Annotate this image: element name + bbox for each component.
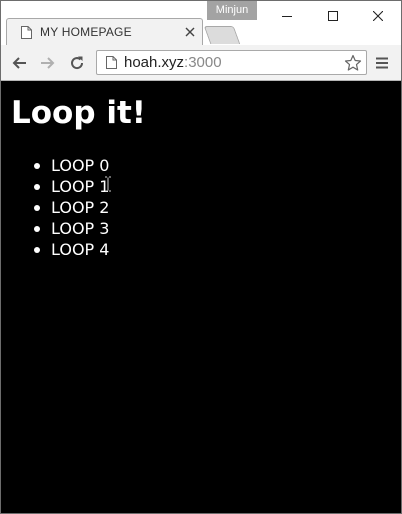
maximize-icon [328, 11, 338, 21]
minimize-button[interactable] [264, 1, 310, 31]
profile-button[interactable]: Minjun [207, 1, 257, 20]
page-viewport: Loop it! LOOP 0 LOOP 1 LOOP 2 LOOP 3 LOO… [1, 81, 401, 513]
url-text: hoah.xyz:3000 [124, 54, 222, 71]
bookmark-star-icon[interactable] [344, 54, 362, 72]
close-icon [373, 11, 383, 21]
minimize-icon [282, 16, 292, 17]
list-item: LOOP 3 [33, 219, 110, 238]
close-tab-icon[interactable] [185, 27, 195, 37]
tab-my-homepage[interactable]: MY HOMEPAGE [6, 18, 203, 45]
url-host: hoah.xyz [124, 54, 185, 71]
toolbar: hoah.xyz:3000 [1, 45, 401, 81]
list-item: LOOP 2 [33, 198, 110, 217]
list-item: LOOP 1 [33, 177, 110, 196]
title-bar: Minjun MY HOMEPAGE [1, 1, 401, 45]
arrow-left-icon [12, 57, 26, 69]
maximize-button[interactable] [310, 1, 356, 31]
close-window-button[interactable] [355, 1, 401, 31]
page-icon [21, 26, 32, 39]
forward-button[interactable] [39, 54, 57, 72]
loop-list: LOOP 0 LOOP 1 LOOP 2 LOOP 3 LOOP 4 [1, 155, 109, 260]
text-cursor-icon [105, 176, 111, 192]
reload-icon [71, 56, 84, 70]
page-icon [106, 56, 117, 69]
list-item: LOOP 0 [33, 156, 110, 175]
tab-title: MY HOMEPAGE [40, 25, 132, 39]
url-port: :3000 [184, 54, 222, 71]
browser-window: Minjun MY HOMEPAGE hoah.xyz:3000 Loop it… [0, 0, 402, 514]
menu-icon[interactable] [375, 56, 389, 70]
list-item: LOOP 4 [33, 240, 110, 259]
arrow-right-icon [41, 57, 55, 69]
reload-button[interactable] [68, 54, 86, 72]
back-button[interactable] [10, 54, 28, 72]
page-title: Loop it! [11, 95, 146, 131]
address-bar[interactable]: hoah.xyz:3000 [96, 50, 367, 75]
new-tab-button[interactable] [203, 26, 241, 44]
